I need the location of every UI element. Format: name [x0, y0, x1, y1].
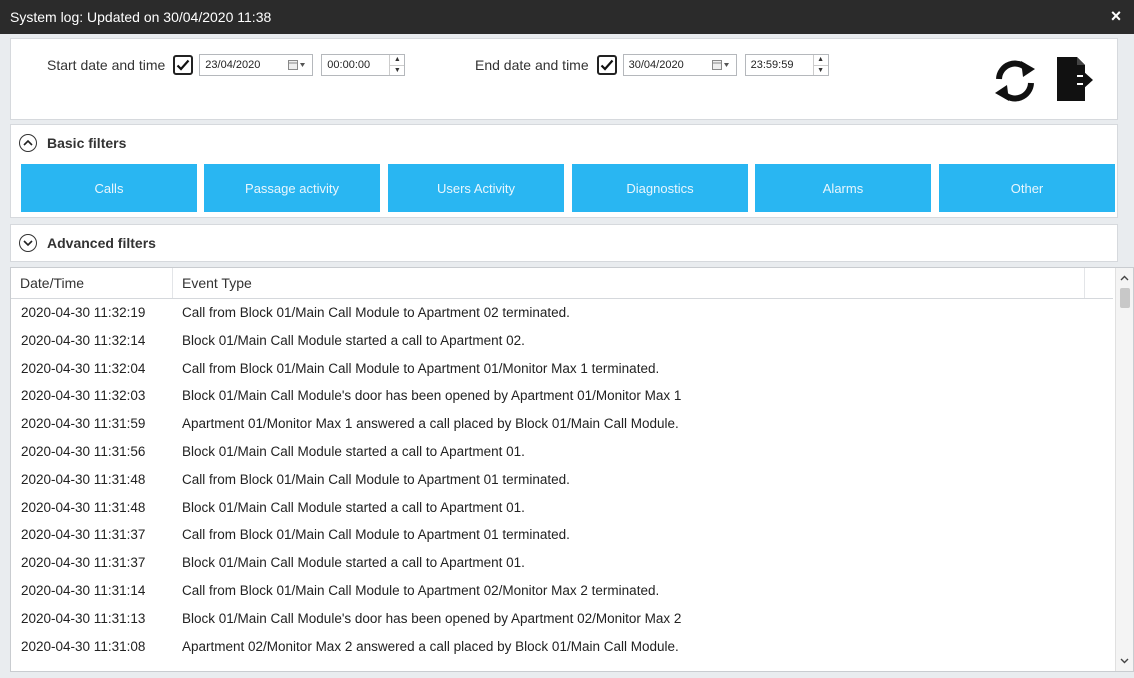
start-date-picker[interactable]: 23/04/2020	[199, 54, 314, 76]
start-date-checkbox[interactable]	[173, 55, 194, 75]
row-datetime: 2020-04-30 11:31:08	[21, 638, 146, 654]
filter-diagnostics-button[interactable]: Diagnostics	[572, 164, 748, 212]
calendar-icon[interactable]	[706, 55, 736, 75]
filter-users-activity-button[interactable]: Users Activity	[388, 164, 564, 212]
table-row[interactable]: 2020-04-30 11:31:56 Block 01/Main Call Mo…	[11, 438, 1113, 466]
advanced-filters-title: Advanced filters	[47, 235, 156, 251]
table-row[interactable]: 2020-04-30 11:32:03 Block 01/Main Call Mo…	[11, 382, 1113, 410]
table-row[interactable]: 2020-04-30 11:31:08 Apartment 02/Monitor …	[11, 633, 1113, 661]
row-datetime: 2020-04-30 11:32:14	[21, 332, 146, 348]
row-event: Block 01/Main Call Module started a call…	[182, 332, 525, 348]
end-time-field[interactable]: 23:59:59 ▲ ▼	[744, 54, 829, 76]
end-date-group: End date and time 30/04/2020 23:59:59 ▲ …	[475, 52, 829, 78]
advanced-filters-header[interactable]: Advanced filters	[10, 224, 1118, 262]
spin-down-icon[interactable]: ▼	[390, 66, 404, 76]
end-time-value: 23:59:59	[750, 59, 794, 71]
end-date-checkbox[interactable]	[596, 55, 617, 75]
date-range-panel: Start date and time 23/04/2020 00:00:00 …	[10, 38, 1118, 120]
table-row[interactable]: 2020-04-30 11:32:19 Call from Block 01/Ma…	[11, 299, 1113, 327]
start-date-value: 23/04/2020	[205, 59, 261, 71]
end-date-label: End date and time	[475, 57, 589, 73]
table-row[interactable]: 2020-04-30 11:32:04 Call from Block 01/Ma…	[11, 355, 1113, 383]
row-datetime: 2020-04-30 11:31:13	[21, 610, 146, 626]
system-log-window: System log: Updated on 30/04/2020 11:38 …	[0, 0, 1134, 678]
filter-passage-activity-button[interactable]: Passage activity	[204, 164, 380, 212]
expand-icon[interactable]	[19, 234, 37, 252]
row-event: Block 01/Main Call Module started a call…	[182, 555, 525, 571]
spin-down-icon[interactable]: ▼	[814, 66, 828, 76]
export-icon[interactable]	[1055, 55, 1095, 110]
row-event: Block 01/Main Call Module's door has bee…	[182, 388, 682, 404]
row-event: Call from Block 01/Main Call Module to A…	[182, 582, 660, 598]
row-datetime: 2020-04-30 11:31:48	[21, 499, 146, 515]
start-time-value: 00:00:00	[327, 59, 371, 71]
event-log-table: Date/Time Event Type 2020-04-30 11:32:19…	[10, 267, 1134, 672]
row-datetime: 2020-04-30 11:32:19	[21, 305, 146, 320]
end-date-picker[interactable]: 30/04/2020	[622, 54, 737, 76]
end-date-value: 30/04/2020	[628, 59, 684, 71]
basic-filters-panel: Calls Passage activity Users Activity Di…	[10, 160, 1118, 218]
table-body: 2020-04-30 11:32:19 Call from Block 01/Ma…	[11, 299, 1113, 660]
row-datetime: 2020-04-30 11:31:37	[21, 555, 146, 571]
table-row[interactable]: 2020-04-30 11:31:48 Block 01/Main Call Mo…	[11, 494, 1113, 522]
title-bar: System log: Updated on 30/04/2020 11:38 …	[0, 0, 1134, 34]
row-datetime: 2020-04-30 11:31:37	[21, 527, 146, 543]
table-row[interactable]: 2020-04-30 11:31:37 Call from Block 01/Ma…	[11, 521, 1113, 549]
spin-up-icon[interactable]: ▲	[813, 55, 828, 66]
filter-alarms-button[interactable]: Alarms	[755, 164, 931, 212]
table-row[interactable]: 2020-04-30 11:31:59 Apartment 01/Monitor …	[11, 410, 1113, 438]
row-datetime: 2020-04-30 11:31:56	[21, 443, 146, 459]
column-header-empty	[1085, 268, 1113, 298]
table-row[interactable]: 2020-04-30 11:31:14 Call from Block 01/Ma…	[11, 577, 1113, 605]
scroll-up-icon[interactable]	[1116, 270, 1133, 286]
start-time-field[interactable]: 00:00:00 ▲ ▼	[321, 54, 406, 76]
row-event: Call from Block 01/Main Call Module to A…	[182, 360, 660, 376]
table-row[interactable]: 2020-04-30 11:31:13 Block 01/Main Call Mo…	[11, 605, 1113, 633]
start-date-group: Start date and time 23/04/2020 00:00:00 …	[47, 52, 406, 78]
filter-other-button[interactable]: Other	[939, 164, 1115, 212]
table-row[interactable]: 2020-04-30 11:31:37 Block 01/Main Call Mo…	[11, 549, 1113, 577]
row-datetime: 2020-04-30 11:31:48	[21, 471, 146, 487]
row-datetime: 2020-04-30 11:31:59	[21, 416, 146, 432]
row-datetime: 2020-04-30 11:32:04	[21, 360, 146, 376]
vertical-scrollbar[interactable]	[1115, 268, 1133, 671]
spin-up-icon[interactable]: ▲	[390, 55, 405, 66]
collapse-icon[interactable]	[19, 134, 37, 152]
row-datetime: 2020-04-30 11:32:03	[21, 388, 146, 404]
table-row[interactable]: 2020-04-30 11:32:14 Block 01/Main Call Mo…	[11, 327, 1113, 355]
column-header-event-type[interactable]: Event Type	[173, 268, 1085, 298]
basic-filters-header[interactable]: Basic filters	[10, 124, 1118, 162]
basic-filters-title: Basic filters	[47, 135, 127, 151]
row-event: Apartment 01/Monitor Max 1 answered a ca…	[182, 416, 679, 432]
column-header-datetime[interactable]: Date/Time	[11, 268, 173, 298]
row-event: Block 01/Main Call Module's door has bee…	[182, 610, 682, 626]
scrollbar-thumb[interactable]	[1120, 288, 1130, 308]
calendar-icon[interactable]	[282, 55, 312, 75]
row-datetime: 2020-04-30 11:31:14	[21, 582, 146, 598]
table-header: Date/Time Event Type	[11, 268, 1113, 299]
start-time-spinner[interactable]: ▲ ▼	[389, 55, 405, 76]
window-title: System log: Updated on 30/04/2020 11:38	[10, 9, 272, 25]
row-event: Call from Block 01/Main Call Module to A…	[182, 305, 570, 320]
row-event: Block 01/Main Call Module started a call…	[182, 443, 525, 459]
row-event: Apartment 02/Monitor Max 2 answered a ca…	[182, 638, 679, 654]
table-row[interactable]: 2020-04-30 11:31:48 Call from Block 01/Ma…	[11, 466, 1113, 494]
row-event: Block 01/Main Call Module started a call…	[182, 499, 525, 515]
close-icon[interactable]: ×	[1106, 6, 1126, 26]
refresh-icon[interactable]	[991, 57, 1039, 110]
filter-calls-button[interactable]: Calls	[21, 164, 197, 212]
row-event: Call from Block 01/Main Call Module to A…	[182, 471, 570, 487]
row-event: Call from Block 01/Main Call Module to A…	[182, 527, 570, 543]
scroll-down-icon[interactable]	[1116, 653, 1133, 669]
start-date-label: Start date and time	[47, 57, 166, 73]
end-time-spinner[interactable]: ▲ ▼	[812, 55, 828, 76]
